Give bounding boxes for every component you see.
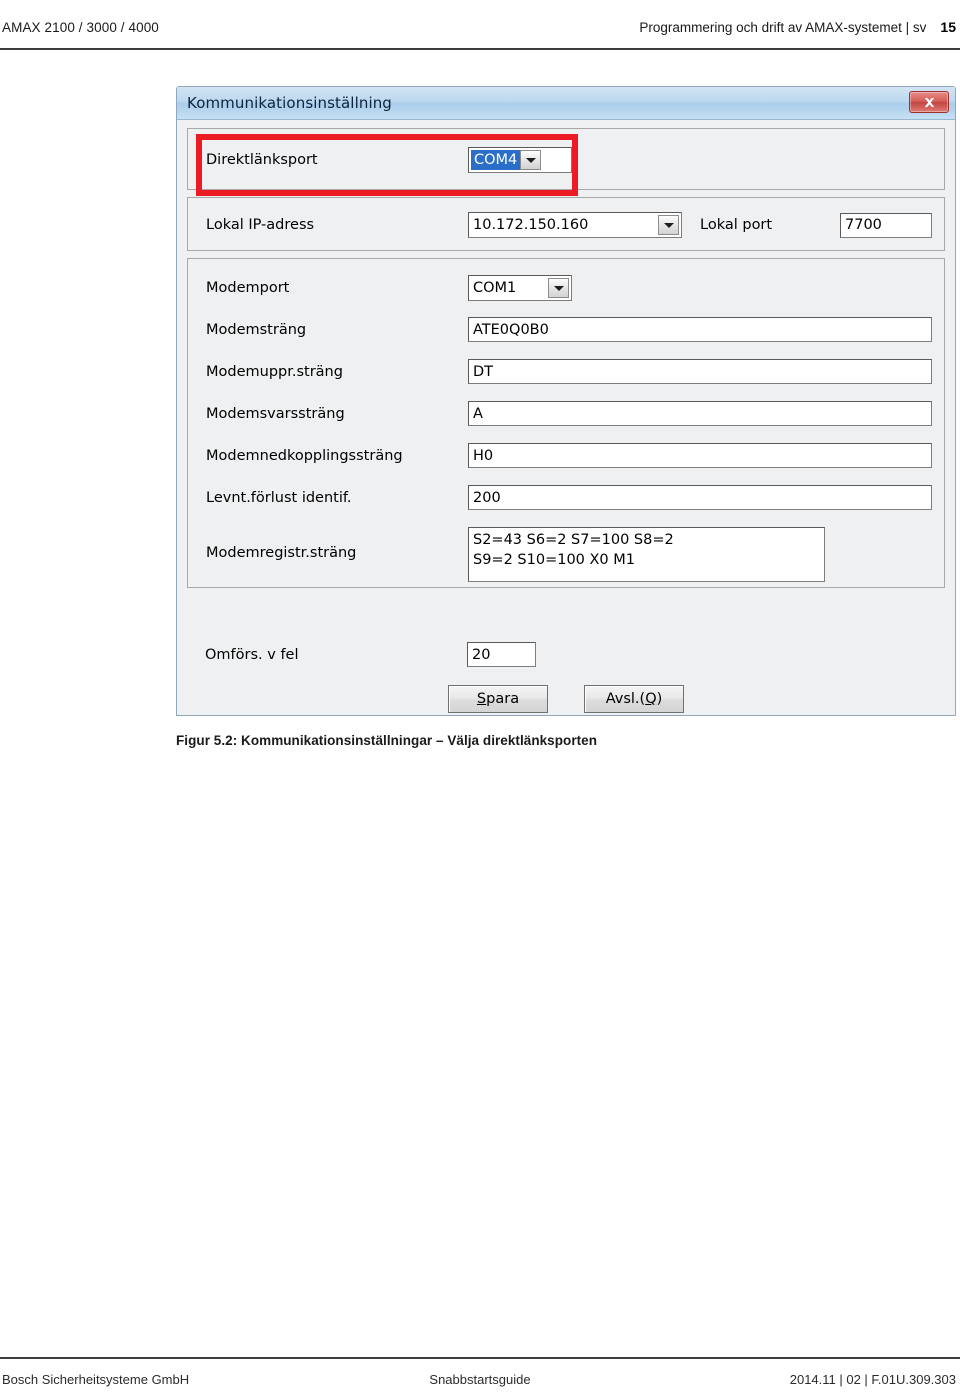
modem-hangup-string-label: Modemnedkopplingssträng: [206, 447, 403, 464]
retry-on-failure-input[interactable]: 20: [467, 642, 536, 667]
group-modem: Modemport COM1 Modemsträng ATE0Q0B0 Mode…: [187, 258, 945, 588]
save-button-label: para: [486, 691, 520, 707]
modem-init-string-input[interactable]: ATE0Q0B0: [468, 317, 932, 342]
quit-button-accel: Q: [645, 691, 657, 707]
page-header: AMAX 2100 / 3000 / 4000 Programmering oc…: [0, 14, 960, 40]
local-ip-value: 10.172.150.160: [473, 217, 589, 233]
footer-document-type: Snabbstartsguide: [429, 1371, 531, 1387]
chevron-down-icon[interactable]: [658, 215, 679, 235]
retry-on-failure-label: Omförs. v fel: [205, 646, 299, 663]
chevron-down-icon[interactable]: [520, 150, 542, 170]
save-button-accel: S: [476, 691, 487, 707]
modem-answer-string-label: Modemsvarssträng: [206, 405, 345, 422]
quit-button-label-pre: Avsl.(: [605, 691, 646, 707]
close-icon: [924, 97, 934, 107]
quit-button-label-post: ): [656, 691, 663, 707]
header-product-name: AMAX 2100 / 3000 / 4000: [2, 19, 159, 35]
screenshot-dialog-window: Kommunikationsinställning Direktlänkspor…: [176, 86, 956, 716]
direct-link-port-value: COM4: [471, 150, 521, 170]
direct-link-port-label: Direktlänksport: [206, 152, 318, 168]
local-ip-label: Lokal IP-adress: [206, 217, 315, 233]
figure-caption: Figur 5.2: Kommunikationsinställningar –…: [176, 733, 598, 748]
save-button[interactable]: Spara: [448, 685, 548, 713]
page-number: 15: [940, 19, 956, 35]
modem-answer-string-input[interactable]: A: [468, 401, 932, 426]
dialog-title: Kommunikationsinställning: [187, 94, 392, 112]
header-divider: [0, 48, 960, 50]
modem-hangup-string-input[interactable]: H0: [468, 443, 932, 468]
header-document-title: Programmering och drift av AMAX-systemet…: [639, 20, 927, 35]
modem-port-value: COM1: [473, 280, 517, 296]
dialog-body: Direktlänksport COM4 Lokal IP-adress 10.…: [177, 120, 955, 715]
local-port-label: Lokal port: [700, 217, 773, 233]
modem-dial-string-label: Modemuppr.sträng: [206, 363, 343, 380]
dialog-button-row: Spara Avsl.(Q): [177, 685, 955, 713]
dialog-titlebar: Kommunikationsinställning: [177, 87, 955, 120]
modem-port-label: Modemport: [206, 280, 290, 296]
local-port-input[interactable]: 7700: [840, 212, 932, 238]
modem-register-string-label: Modemregistr.sträng: [206, 545, 357, 561]
page-footer: Bosch Sicherheitsysteme GmbH Snabbstarts…: [0, 1367, 960, 1391]
close-button[interactable]: [909, 91, 949, 113]
group-network: Lokal IP-adress 10.172.150.160 Lokal por…: [187, 197, 945, 251]
header-right-group: Programmering och drift av AMAX-systemet…: [639, 19, 956, 35]
carrier-loss-detect-input[interactable]: 200: [468, 485, 932, 510]
modem-register-string-textarea[interactable]: S2=43 S6=2 S7=100 S8=2 S9=2 S10=100 X0 M…: [468, 527, 825, 582]
modem-init-string-label: Modemsträng: [206, 321, 307, 338]
carrier-loss-detect-label: Levnt.förlust identif.: [206, 489, 352, 506]
footer-divider: [0, 1357, 960, 1359]
local-ip-combobox[interactable]: 10.172.150.160: [468, 212, 682, 238]
modem-port-combobox[interactable]: COM1: [468, 275, 572, 301]
direct-link-port-combobox[interactable]: COM4: [468, 147, 572, 173]
document-page: AMAX 2100 / 3000 / 4000 Programmering oc…: [0, 0, 960, 1399]
modem-dial-string-input[interactable]: DT: [468, 359, 932, 384]
group-direct-link-port: Direktlänksport COM4: [187, 128, 945, 196]
chevron-down-icon[interactable]: [548, 278, 569, 298]
quit-button[interactable]: Avsl.(Q): [584, 685, 684, 713]
